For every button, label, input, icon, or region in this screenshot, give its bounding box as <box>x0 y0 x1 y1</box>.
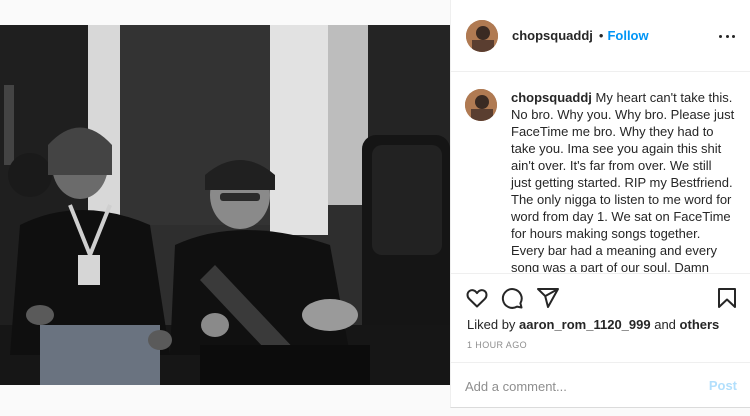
liked-by-suffix: and <box>654 317 676 332</box>
comment-icon[interactable] <box>500 286 524 310</box>
post-sidebar: chopsquaddj • Follow chopsquaddj My hear… <box>450 0 750 408</box>
liked-by-prefix: Liked by <box>467 317 516 332</box>
photo-image <box>0 25 450 385</box>
caption-row: chopsquaddj My heart can't take this. No… <box>451 73 750 272</box>
action-bar <box>451 273 750 317</box>
more-dot <box>732 34 735 38</box>
author-username[interactable]: chopsquaddj <box>512 28 593 43</box>
caption-text: chopsquaddj My heart can't take this. No… <box>511 89 735 272</box>
post-comment-button[interactable]: Post <box>709 378 737 393</box>
avatar-image <box>466 19 498 52</box>
header-separator: • <box>598 28 604 43</box>
avatar-image <box>465 89 497 121</box>
post-timestamp[interactable]: 1 HOUR AGO <box>467 340 527 350</box>
liked-by-user[interactable]: aaron_rom_1120_999 <box>519 317 651 332</box>
caption-username[interactable]: chopsquaddj <box>511 90 592 105</box>
caption-scroll-area[interactable]: chopsquaddj My heart can't take this. No… <box>451 73 750 272</box>
caption-avatar[interactable] <box>465 89 497 121</box>
bookmark-icon[interactable] <box>715 286 739 310</box>
more-dot <box>719 34 722 38</box>
author-avatar[interactable] <box>466 19 498 52</box>
post-modal: chopsquaddj • Follow chopsquaddj My hear… <box>0 0 750 416</box>
comment-bar: Post <box>451 362 750 408</box>
more-options-icon[interactable] <box>719 28 735 44</box>
post-photo[interactable] <box>0 25 450 385</box>
likes-summary: Liked by aaron_rom_1120_999 and others <box>467 317 719 332</box>
comment-input[interactable] <box>465 376 695 396</box>
follow-button[interactable]: Follow <box>607 28 648 43</box>
caption-body: My heart can't take this. No bro. Why yo… <box>511 90 735 272</box>
heart-icon[interactable] <box>465 286 489 310</box>
more-dot <box>725 34 729 38</box>
liked-by-others[interactable]: others <box>680 317 720 332</box>
post-header: chopsquaddj • Follow <box>451 0 750 72</box>
share-icon[interactable] <box>536 286 560 310</box>
